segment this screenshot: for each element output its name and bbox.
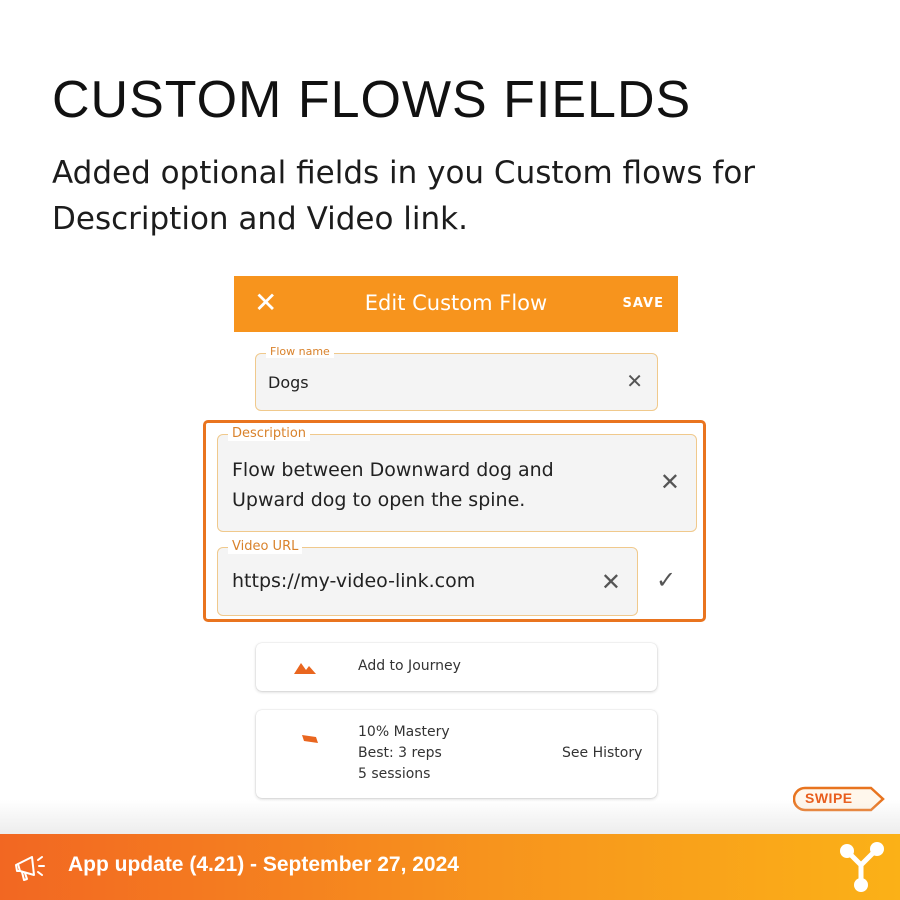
subtitle: Added optional fields in you Custom flow… bbox=[52, 155, 756, 237]
see-history-link[interactable]: See History bbox=[562, 743, 642, 764]
best-reps: Best: 3 reps bbox=[358, 745, 442, 761]
description-field[interactable]: Description Flow between Downward dog an… bbox=[217, 426, 697, 532]
flow-name-label: Flow name bbox=[266, 345, 334, 358]
clear-flow-name-icon[interactable]: ✕ bbox=[626, 369, 643, 393]
flag-icon bbox=[302, 735, 318, 743]
clear-video-url-icon[interactable]: ✕ bbox=[601, 568, 621, 596]
mastery-stats: 10% Mastery Best: 3 reps 5 sessions bbox=[358, 722, 450, 785]
video-url-value[interactable]: https://my-video-link.com bbox=[232, 570, 475, 592]
confirm-check-icon[interactable]: ✓ bbox=[656, 566, 676, 594]
share-nodes-icon bbox=[840, 842, 884, 892]
footer-text: App update (4.21) - September 27, 2024 bbox=[68, 853, 459, 876]
app-bar: ✕ Edit Custom Flow SAVE bbox=[234, 276, 678, 332]
bottom-fade bbox=[0, 800, 900, 834]
clear-description-icon[interactable]: ✕ bbox=[660, 468, 680, 496]
flow-name-value[interactable]: Dogs bbox=[268, 373, 309, 392]
app-bar-title: Edit Custom Flow bbox=[364, 291, 548, 315]
footer-bar: App update (4.21) - September 27, 2024 bbox=[0, 834, 900, 900]
megaphone-icon bbox=[15, 856, 45, 881]
mastery-card: 10% Mastery Best: 3 reps 5 sessions See … bbox=[256, 710, 657, 798]
description-label: Description bbox=[228, 426, 311, 441]
add-to-journey-card[interactable]: Add to Journey bbox=[256, 643, 657, 691]
flow-name-field[interactable]: Flow name Dogs ✕ bbox=[255, 345, 658, 411]
add-to-journey-label: Add to Journey bbox=[358, 658, 461, 674]
save-button[interactable]: SAVE bbox=[623, 296, 664, 311]
video-url-label: Video URL bbox=[228, 539, 303, 554]
video-url-field[interactable]: Video URL https://my-video-link.com ✕ bbox=[217, 539, 638, 616]
session-count: 5 sessions bbox=[358, 766, 431, 782]
headline: CUSTOM FLOWS FIELDS bbox=[52, 71, 692, 129]
description-value[interactable]: Flow between Downward dog and Upward dog… bbox=[232, 455, 632, 515]
mastery-percent: 10% Mastery bbox=[358, 724, 450, 740]
mountain-icon bbox=[294, 663, 316, 674]
